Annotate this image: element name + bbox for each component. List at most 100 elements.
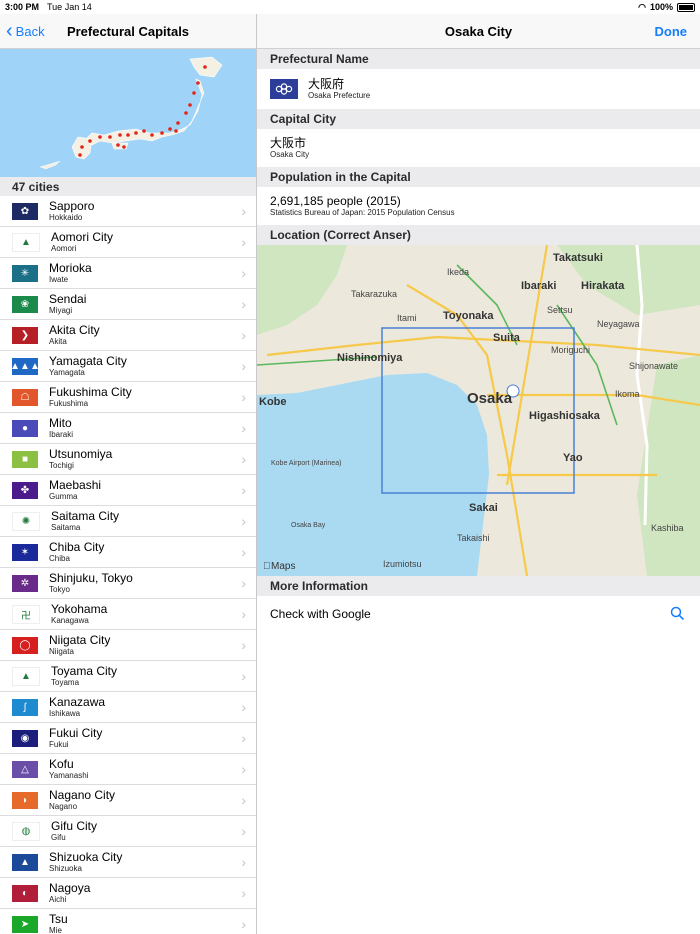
chevron-right-icon: ›	[241, 699, 246, 715]
back-button[interactable]: ‹ Back	[6, 14, 45, 48]
city-name: Chiba City	[49, 539, 105, 554]
city-text: Nagano City Nagano	[49, 788, 241, 812]
prefecture-flag-icon: ▲	[12, 666, 40, 686]
city-name: Kanazawa	[49, 694, 106, 709]
city-text: Shizuoka City Shizuoka	[49, 850, 241, 874]
map-label-nishinomiya: Nishinomiya	[337, 352, 403, 364]
city-prefecture: Tokyo	[49, 584, 70, 594]
chevron-right-icon: ›	[241, 730, 246, 746]
city-text: Nagoya Aichi	[49, 881, 241, 905]
pref-name-jp: 大阪府	[308, 77, 345, 91]
map-label-yao: Yao	[563, 452, 583, 464]
chevron-right-icon: ›	[241, 389, 246, 405]
population-row: 2,691,185 people (2015) Statistics Burea…	[257, 187, 700, 225]
map-label-neyagawa: Neyagawa	[597, 319, 640, 329]
map-label-ikoma: Ikoma	[615, 389, 640, 399]
done-button[interactable]: Done	[655, 14, 688, 48]
prefecture-flag-icon: ❯	[12, 326, 38, 344]
left-navbar: ‹ Back Prefectural Capitals	[0, 14, 256, 49]
detail-title: Osaka City	[444, 23, 513, 39]
city-row[interactable]: ❯ Akita City Akita ›	[0, 320, 256, 351]
population-section-header: Population in the Capital	[257, 167, 700, 187]
city-name: Toyama City	[51, 663, 118, 678]
city-row[interactable]: ◗ Nagano City Nagano ›	[0, 785, 256, 816]
city-row[interactable]: △ Kofu Yamanashi ›	[0, 754, 256, 785]
map-label-itami: Itami	[397, 313, 417, 323]
chevron-right-icon: ›	[241, 327, 246, 343]
city-text: Utsunomiya Tochigi	[49, 447, 241, 471]
chevron-right-icon: ›	[241, 637, 246, 653]
city-prefecture: Fukui	[49, 739, 69, 749]
city-row[interactable]: ▲▲▲ Yamagata City Yamagata ›	[0, 351, 256, 382]
city-name: Yokohama	[51, 601, 108, 616]
prefecture-flag-icon: ◍	[12, 821, 40, 841]
city-text: Shinjuku, Tokyo Tokyo	[49, 570, 241, 595]
chevron-right-icon: ›	[241, 234, 246, 250]
city-row[interactable]: ✶ Chiba City Chiba ›	[0, 537, 256, 568]
city-row[interactable]: ● Mito Ibaraki ›	[0, 413, 256, 444]
city-name: Tsu	[49, 911, 68, 926]
map-label-kashiba: Kashiba	[651, 523, 684, 533]
map-label-takatsuki: Takatsuki	[553, 252, 603, 264]
city-text: Tsu Mie	[49, 911, 241, 934]
chevron-right-icon: ›	[241, 451, 246, 467]
map-label-hirakata: Hirakata	[581, 280, 625, 292]
chevron-right-icon: ›	[241, 296, 246, 312]
chevron-left-icon: ‹	[6, 20, 13, 42]
chevron-right-icon: ›	[241, 265, 246, 281]
wifi-icon: ◠	[638, 1, 646, 12]
city-text: Niigata City Niigata	[49, 633, 241, 657]
city-row[interactable]: ☖ Fukushima City Fukushima ›	[0, 382, 256, 413]
population-value: 2,691,185 people (2015)	[270, 194, 401, 208]
battery-icon	[677, 2, 695, 12]
status-date: Tue Jan 14	[47, 2, 92, 12]
capital-section-header: Capital City	[257, 109, 700, 129]
city-row[interactable]: ✲ Shinjuku, Tokyo Tokyo ›	[0, 568, 256, 599]
city-row[interactable]: ▲ Toyama City Toyama ›	[0, 661, 256, 692]
chevron-right-icon: ›	[241, 606, 246, 622]
chevron-right-icon: ›	[241, 885, 246, 901]
prefecture-flag-icon: ●	[12, 419, 38, 437]
city-prefecture: Iwate	[49, 274, 69, 284]
city-row[interactable]: 卍 Yokohama Kanagawa ›	[0, 599, 256, 630]
city-row[interactable]: ➤ Tsu Mie ›	[0, 909, 256, 934]
city-row[interactable]: ◍ Gifu City Gifu ›	[0, 816, 256, 847]
chevron-right-icon: ›	[241, 203, 246, 219]
city-row[interactable]: ◐ Nagoya Aichi ›	[0, 878, 256, 909]
city-prefecture: Akita	[49, 336, 67, 346]
city-name: Shinjuku, Tokyo	[49, 570, 133, 585]
population-source: Statistics Bureau of Japan: 2015 Populat…	[270, 208, 455, 217]
city-row[interactable]: ✤ Maebashi Gumma ›	[0, 475, 256, 506]
city-row[interactable]: ■ Utsunomiya Tochigi ›	[0, 444, 256, 475]
city-row[interactable]: ✳ Morioka Iwate ›	[0, 258, 256, 289]
city-name: Saitama City	[51, 508, 120, 523]
city-prefecture: Gumma	[49, 491, 78, 501]
city-text: Fukui City Fukui	[49, 726, 241, 750]
prefecture-flag-icon: 卍	[12, 604, 40, 624]
city-row[interactable]: ▲ Shizuoka City Shizuoka ›	[0, 847, 256, 878]
check-google-row[interactable]: Check with Google	[257, 596, 700, 632]
chevron-right-icon: ›	[241, 482, 246, 498]
city-name: Sapporo	[49, 198, 95, 213]
search-icon[interactable]	[670, 606, 684, 623]
city-row[interactable]: ∫ Kanazawa Ishikawa ›	[0, 692, 256, 723]
city-text: Sapporo Hokkaido	[49, 198, 241, 223]
city-row[interactable]: ✿ Sapporo Hokkaido ›	[0, 196, 256, 227]
prefecture-flag-icon: ✺	[12, 511, 40, 531]
prefecture-flag-icon: ∫	[12, 698, 38, 716]
city-text: Chiba City Chiba	[49, 539, 241, 564]
city-prefecture: Aichi	[49, 894, 67, 904]
city-row[interactable]: ✺ Saitama City Saitama ›	[0, 506, 256, 537]
city-row[interactable]: ❀ Sendai Miyagi ›	[0, 289, 256, 320]
city-text: Aomori City Aomori	[51, 230, 241, 254]
city-count-header: 47 cities	[0, 177, 256, 196]
map-label-settsu: Settsu	[547, 305, 573, 315]
prefecture-flag-icon: ☖	[12, 388, 38, 406]
city-row[interactable]: ◯ Niigata City Niigata ›	[0, 630, 256, 661]
city-row[interactable]: ▲ Aomori City Aomori ›	[0, 227, 256, 258]
city-prefecture: Toyama	[51, 677, 80, 687]
osaka-map[interactable]: Takatsuki Ibaraki Hirakata Toyonaka Suit…	[257, 245, 700, 576]
map-label-moriguchi: Moriguchi	[551, 345, 590, 355]
city-row[interactable]: ◉ Fukui City Fukui ›	[0, 723, 256, 754]
japan-map[interactable]	[0, 49, 256, 177]
